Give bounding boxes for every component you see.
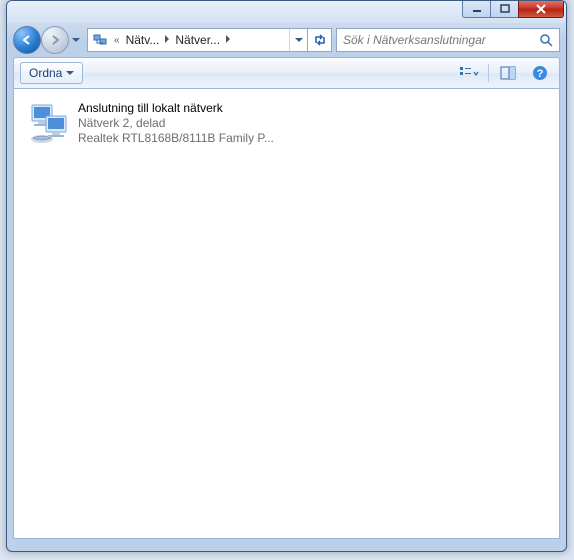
address-bar-end [289, 29, 331, 51]
command-bar: Ordna ? [13, 57, 560, 89]
breadcrumb-prefix: « [110, 35, 124, 46]
view-options-button[interactable] [456, 62, 482, 84]
content-pane: Anslutning till lokalt nätverk Nätverk 2… [13, 89, 560, 539]
svg-text:?: ? [537, 68, 544, 80]
titlebar [7, 1, 566, 23]
search-icon [537, 33, 555, 47]
network-connections-icon [90, 30, 110, 50]
nav-arrows [13, 26, 83, 54]
address-bar[interactable]: « Nätv... Nätver... [87, 28, 332, 52]
connection-item[interactable]: Anslutning till lokalt nätverk Nätverk 2… [24, 97, 284, 150]
breadcrumb-item[interactable]: Nätv... [124, 33, 162, 47]
maximize-button[interactable] [490, 0, 519, 18]
organize-button[interactable]: Ordna [20, 62, 83, 84]
back-button[interactable] [13, 26, 41, 54]
breadcrumb-chevron-icon[interactable] [161, 35, 173, 46]
preview-pane-button[interactable] [495, 62, 521, 84]
breadcrumb-item[interactable]: Nätver... [173, 33, 222, 47]
navigation-bar: « Nätv... Nätver... Sök i Nätverksanslut… [7, 23, 566, 57]
minimize-button[interactable] [462, 0, 491, 18]
connection-name: Anslutning till lokalt nätverk [78, 101, 274, 116]
explorer-window: « Nätv... Nätver... Sök i Nätverksanslut… [6, 0, 567, 552]
search-input[interactable]: Sök i Nätverksanslutningar [336, 28, 560, 52]
address-dropdown[interactable] [289, 29, 307, 51]
nav-history-dropdown[interactable] [69, 30, 83, 50]
organize-label: Ordna [29, 66, 62, 80]
breadcrumb-chevron-icon[interactable] [222, 35, 234, 46]
connection-device: Realtek RTL8168B/8111B Family P... [78, 131, 274, 146]
refresh-button[interactable] [307, 29, 331, 51]
close-button[interactable] [518, 0, 564, 18]
connection-item-text: Anslutning till lokalt nätverk Nätverk 2… [78, 101, 274, 146]
search-placeholder: Sök i Nätverksanslutningar [343, 33, 537, 47]
window-controls [463, 0, 564, 18]
forward-button[interactable] [41, 26, 69, 54]
connection-status: Nätverk 2, delad [78, 116, 274, 131]
toolbar-separator [488, 64, 489, 82]
network-adapter-icon [28, 101, 72, 145]
chevron-down-icon [66, 71, 74, 75]
help-button[interactable]: ? [527, 62, 553, 84]
